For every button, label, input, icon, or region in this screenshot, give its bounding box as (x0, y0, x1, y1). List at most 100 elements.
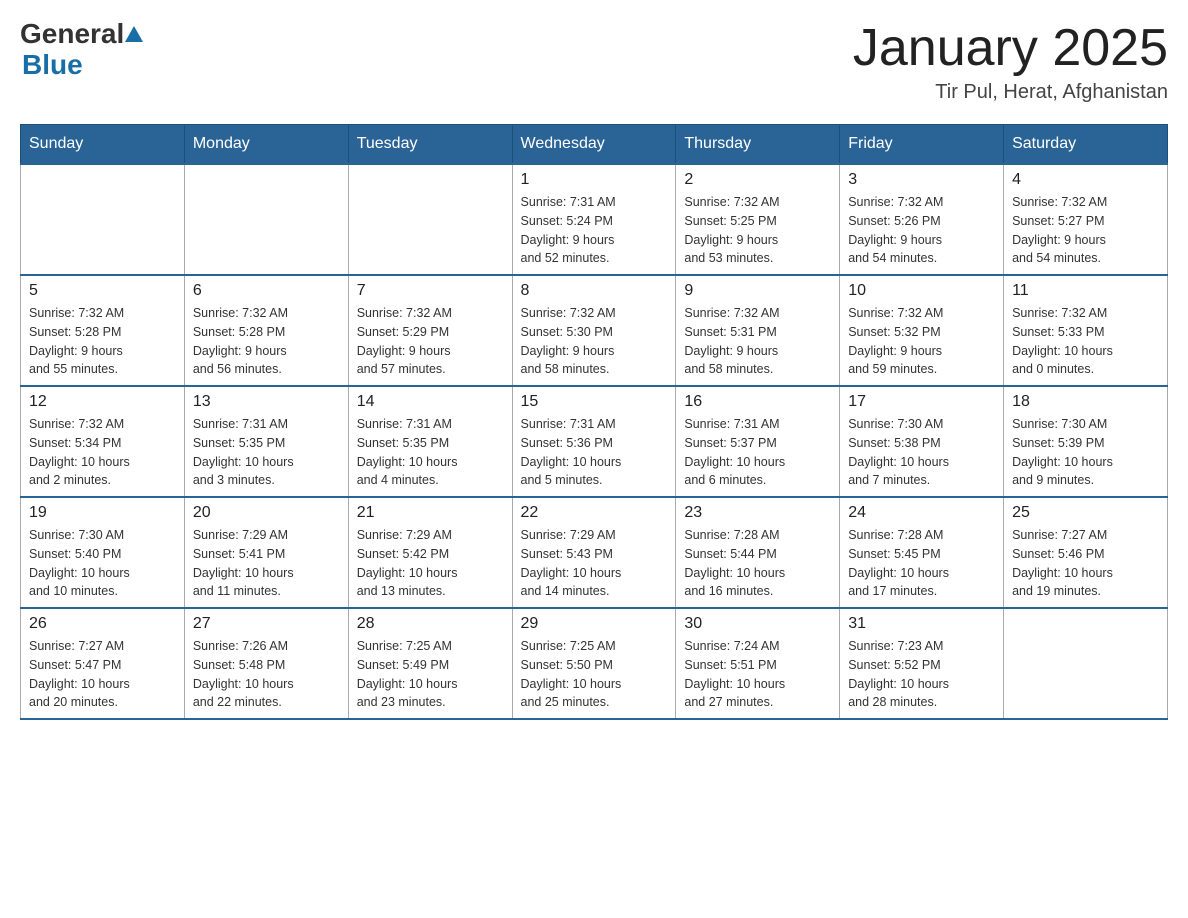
day-number: 16 (684, 393, 831, 411)
calendar-cell: 2Sunrise: 7:32 AMSunset: 5:25 PMDaylight… (676, 164, 840, 275)
calendar-cell: 21 Sunrise: 7:29 AMSunset: 5:42 PMDayligh… (348, 497, 512, 608)
day-info: Sunrise: 7:26 AMSunset: 5:48 PMDaylight:… (193, 637, 340, 712)
day-info: Sunrise: 7:32 AMSunset: 5:27 PMDaylight:… (1012, 193, 1159, 268)
calendar-cell: 9 Sunrise: 7:32 AMSunset: 5:31 PMDaylight… (676, 275, 840, 386)
day-info: Sunrise: 7:32 AMSunset: 5:30 PMDaylight:… (521, 304, 668, 379)
calendar-cell: 20 Sunrise: 7:29 AMSunset: 5:41 PMDayligh… (184, 497, 348, 608)
calendar-cell: 27 Sunrise: 7:26 AMSunset: 5:48 PMDayligh… (184, 608, 348, 719)
weekday-header-monday: Monday (184, 125, 348, 165)
location-text: Tir Pul, Herat, Afghanistan (853, 81, 1168, 104)
day-info: Sunrise: 7:31 AMSunset: 5:24 PMDaylight:… (521, 193, 668, 268)
calendar-cell: 4 Sunrise: 7:32 AMSunset: 5:27 PMDaylight… (1004, 164, 1168, 275)
day-number: 11 (1012, 282, 1159, 300)
calendar-cell: 17Sunrise: 7:30 AMSunset: 5:38 PMDayligh… (840, 386, 1004, 497)
day-number: 3 (848, 171, 995, 189)
calendar-cell (348, 164, 512, 275)
day-number: 31 (848, 615, 995, 633)
calendar-week-row: 26Sunrise: 7:27 AMSunset: 5:47 PMDayligh… (21, 608, 1168, 719)
calendar-cell: 8 Sunrise: 7:32 AMSunset: 5:30 PMDaylight… (512, 275, 676, 386)
day-number: 15 (521, 393, 668, 411)
day-number: 28 (357, 615, 504, 633)
day-info: Sunrise: 7:30 AMSunset: 5:39 PMDaylight:… (1012, 415, 1159, 490)
weekday-header-friday: Friday (840, 125, 1004, 165)
calendar-cell: 23 Sunrise: 7:28 AMSunset: 5:44 PMDayligh… (676, 497, 840, 608)
day-number: 25 (1012, 504, 1159, 522)
day-number: 4 (1012, 171, 1159, 189)
calendar-cell: 15 Sunrise: 7:31 AMSunset: 5:36 PMDayligh… (512, 386, 676, 497)
day-info: Sunrise: 7:31 AMSunset: 5:37 PMDaylight:… (684, 415, 831, 490)
day-info: Sunrise: 7:27 AMSunset: 5:47 PMDaylight:… (29, 637, 176, 712)
weekday-header-wednesday: Wednesday (512, 125, 676, 165)
day-number: 5 (29, 282, 176, 300)
day-number: 17 (848, 393, 995, 411)
day-number: 23 (684, 504, 831, 522)
calendar-cell: 31 Sunrise: 7:23 AMSunset: 5:52 PMDayligh… (840, 608, 1004, 719)
calendar-cell: 29Sunrise: 7:25 AMSunset: 5:50 PMDayligh… (512, 608, 676, 719)
day-info: Sunrise: 7:31 AMSunset: 5:35 PMDaylight:… (193, 415, 340, 490)
day-info: Sunrise: 7:28 AMSunset: 5:45 PMDaylight:… (848, 526, 995, 601)
calendar-cell: 26Sunrise: 7:27 AMSunset: 5:47 PMDayligh… (21, 608, 185, 719)
day-info: Sunrise: 7:31 AMSunset: 5:35 PMDaylight:… (357, 415, 504, 490)
day-info: Sunrise: 7:29 AMSunset: 5:42 PMDaylight:… (357, 526, 504, 601)
calendar-cell (1004, 608, 1168, 719)
day-number: 19 (29, 504, 176, 522)
weekday-header-tuesday: Tuesday (348, 125, 512, 165)
weekday-header-thursday: Thursday (676, 125, 840, 165)
month-title: January 2025 (853, 20, 1168, 77)
logo-general-text: General (20, 20, 124, 48)
day-info: Sunrise: 7:32 AMSunset: 5:28 PMDaylight:… (193, 304, 340, 379)
day-number: 22 (521, 504, 668, 522)
calendar-cell: 24Sunrise: 7:28 AMSunset: 5:45 PMDayligh… (840, 497, 1004, 608)
day-info: Sunrise: 7:32 AMSunset: 5:26 PMDaylight:… (848, 193, 995, 268)
calendar-week-row: 1 Sunrise: 7:31 AMSunset: 5:24 PMDaylight… (21, 164, 1168, 275)
title-section: January 2025 Tir Pul, Herat, Afghanistan (853, 20, 1168, 104)
weekday-header-saturday: Saturday (1004, 125, 1168, 165)
calendar-week-row: 5 Sunrise: 7:32 AMSunset: 5:28 PMDaylight… (21, 275, 1168, 386)
day-info: Sunrise: 7:32 AMSunset: 5:31 PMDaylight:… (684, 304, 831, 379)
day-info: Sunrise: 7:28 AMSunset: 5:44 PMDaylight:… (684, 526, 831, 601)
day-info: Sunrise: 7:29 AMSunset: 5:43 PMDaylight:… (521, 526, 668, 601)
day-info: Sunrise: 7:25 AMSunset: 5:49 PMDaylight:… (357, 637, 504, 712)
day-number: 7 (357, 282, 504, 300)
calendar-cell: 7Sunrise: 7:32 AMSunset: 5:29 PMDaylight… (348, 275, 512, 386)
calendar-cell: 12Sunrise: 7:32 AMSunset: 5:34 PMDayligh… (21, 386, 185, 497)
calendar-cell: 6 Sunrise: 7:32 AMSunset: 5:28 PMDaylight… (184, 275, 348, 386)
calendar-cell: 5Sunrise: 7:32 AMSunset: 5:28 PMDaylight… (21, 275, 185, 386)
calendar-table: SundayMondayTuesdayWednesdayThursdayFrid… (20, 124, 1168, 720)
day-info: Sunrise: 7:23 AMSunset: 5:52 PMDaylight:… (848, 637, 995, 712)
calendar-cell: 16 Sunrise: 7:31 AMSunset: 5:37 PMDayligh… (676, 386, 840, 497)
calendar-cell: 14 Sunrise: 7:31 AMSunset: 5:35 PMDayligh… (348, 386, 512, 497)
calendar-cell: 13 Sunrise: 7:31 AMSunset: 5:35 PMDayligh… (184, 386, 348, 497)
day-number: 21 (357, 504, 504, 522)
weekday-header-row: SundayMondayTuesdayWednesdayThursdayFrid… (21, 125, 1168, 165)
day-number: 13 (193, 393, 340, 411)
day-info: Sunrise: 7:32 AMSunset: 5:33 PMDaylight:… (1012, 304, 1159, 379)
day-number: 27 (193, 615, 340, 633)
calendar-cell: 28 Sunrise: 7:25 AMSunset: 5:49 PMDayligh… (348, 608, 512, 719)
day-number: 14 (357, 393, 504, 411)
day-number: 10 (848, 282, 995, 300)
calendar-cell: 19 Sunrise: 7:30 AMSunset: 5:40 PMDayligh… (21, 497, 185, 608)
calendar-cell: 22 Sunrise: 7:29 AMSunset: 5:43 PMDayligh… (512, 497, 676, 608)
day-number: 9 (684, 282, 831, 300)
weekday-header-sunday: Sunday (21, 125, 185, 165)
day-info: Sunrise: 7:30 AMSunset: 5:40 PMDaylight:… (29, 526, 176, 601)
calendar-cell: 25Sunrise: 7:27 AMSunset: 5:46 PMDayligh… (1004, 497, 1168, 608)
logo: General Blue (20, 20, 144, 82)
day-info: Sunrise: 7:31 AMSunset: 5:36 PMDaylight:… (521, 415, 668, 490)
day-number: 20 (193, 504, 340, 522)
day-info: Sunrise: 7:32 AMSunset: 5:32 PMDaylight:… (848, 304, 995, 379)
day-number: 1 (521, 171, 668, 189)
day-info: Sunrise: 7:32 AMSunset: 5:25 PMDaylight:… (684, 193, 831, 268)
day-number: 6 (193, 282, 340, 300)
day-number: 30 (684, 615, 831, 633)
calendar-cell: 10 Sunrise: 7:32 AMSunset: 5:32 PMDayligh… (840, 275, 1004, 386)
calendar-cell: 18 Sunrise: 7:30 AMSunset: 5:39 PMDayligh… (1004, 386, 1168, 497)
calendar-week-row: 12Sunrise: 7:32 AMSunset: 5:34 PMDayligh… (21, 386, 1168, 497)
calendar-cell (184, 164, 348, 275)
day-info: Sunrise: 7:32 AMSunset: 5:34 PMDaylight:… (29, 415, 176, 490)
day-number: 18 (1012, 393, 1159, 411)
day-info: Sunrise: 7:29 AMSunset: 5:41 PMDaylight:… (193, 526, 340, 601)
day-number: 8 (521, 282, 668, 300)
calendar-cell: 1 Sunrise: 7:31 AMSunset: 5:24 PMDaylight… (512, 164, 676, 275)
